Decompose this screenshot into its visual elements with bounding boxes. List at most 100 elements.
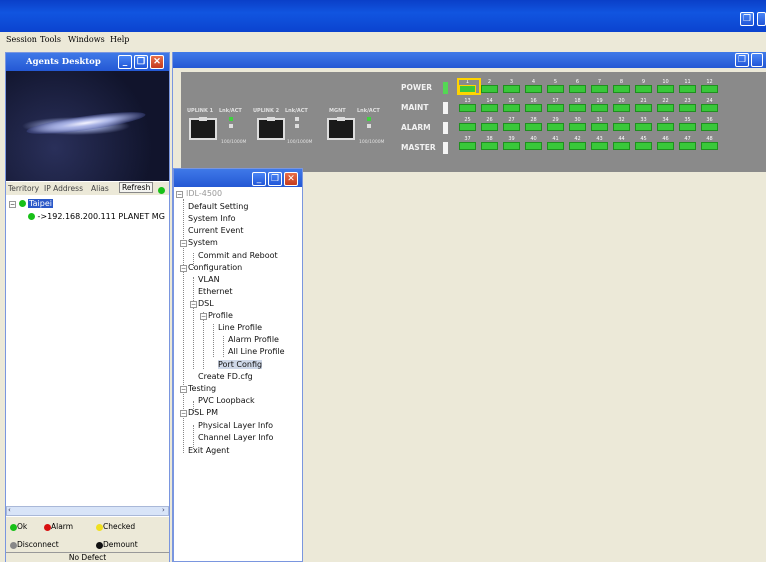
tree-node-root[interactable]: IDL-4500 (186, 189, 222, 198)
dsl-port-11[interactable]: 11 (677, 79, 698, 93)
dsl-port-15[interactable]: 15 (501, 98, 522, 112)
tree-node-commit-reboot[interactable]: Commit and Reboot (198, 251, 278, 260)
dsl-port-28[interactable]: 28 (523, 117, 544, 131)
uplink2-port[interactable] (257, 117, 285, 140)
dsl-port-47[interactable]: 47 (677, 136, 698, 150)
dsl-port-2[interactable]: 2 (479, 79, 500, 93)
dsl-port-46[interactable]: 46 (655, 136, 676, 150)
tree-node-physical-layer[interactable]: Physical Layer Info (198, 421, 273, 430)
dsl-port-41[interactable]: 41 (545, 136, 566, 150)
tree-node-pvc-loopback[interactable]: PVC Loopback (198, 396, 255, 405)
restore-icon[interactable]: ❐ (134, 55, 148, 69)
dsl-port-36[interactable]: 36 (699, 117, 720, 131)
menu-tools[interactable]: Tools (40, 35, 61, 44)
dsl-port-10[interactable]: 10 (655, 79, 676, 93)
tree-node-channel-layer[interactable]: Channel Layer Info (198, 433, 273, 442)
refresh-button[interactable]: Refresh (119, 182, 154, 193)
agents-horizontal-scrollbar[interactable]: ‹ › (6, 506, 169, 516)
dsl-port-23[interactable]: 23 (677, 98, 698, 112)
tree-node-system-info[interactable]: System Info (188, 214, 236, 223)
dsl-port-21[interactable]: 21 (633, 98, 654, 112)
tree-node-all-line-profile[interactable]: All Line Profile (228, 347, 285, 356)
dsl-port-4[interactable]: 4 (523, 79, 544, 93)
dsl-port-35[interactable]: 35 (677, 117, 698, 131)
collapse-icon[interactable]: − (200, 313, 207, 320)
dsl-port-37[interactable]: 37 (457, 136, 478, 150)
dsl-port-38[interactable]: 38 (479, 136, 500, 150)
dsl-port-19[interactable]: 19 (589, 98, 610, 112)
collapse-icon[interactable]: − (180, 240, 187, 247)
dsl-port-45[interactable]: 45 (633, 136, 654, 150)
tree-root-taipei[interactable]: − Taipei (9, 199, 54, 208)
dsl-port-27[interactable]: 27 (501, 117, 522, 131)
tree-node-configuration[interactable]: Configuration (188, 263, 242, 272)
dsl-port-20[interactable]: 20 (611, 98, 632, 112)
dsl-port-6[interactable]: 6 (567, 79, 588, 93)
dsl-port-17[interactable]: 17 (545, 98, 566, 112)
tree-node-default-setting[interactable]: Default Setting (188, 202, 248, 211)
tree-node-exit-agent[interactable]: Exit Agent (188, 446, 229, 455)
dsl-port-26[interactable]: 26 (479, 117, 500, 131)
dsl-port-24[interactable]: 24 (699, 98, 720, 112)
dsl-port-34[interactable]: 34 (655, 117, 676, 131)
collapse-icon[interactable]: − (176, 191, 183, 198)
tree-node-port-config[interactable]: Port Config (218, 360, 263, 369)
collapse-icon[interactable]: − (180, 386, 187, 393)
dsl-port-14[interactable]: 14 (479, 98, 500, 112)
tree-node-ethernet[interactable]: Ethernet (198, 287, 232, 296)
column-ip-address[interactable]: IP Address (44, 184, 83, 193)
dsl-port-7[interactable]: 7 (589, 79, 610, 93)
dsl-port-5[interactable]: 5 (545, 79, 566, 93)
column-alias[interactable]: Alias (91, 184, 109, 193)
uplink1-port[interactable] (189, 117, 217, 140)
tree-node-vlan[interactable]: VLAN (198, 275, 220, 284)
dsl-port-44[interactable]: 44 (611, 136, 632, 150)
tree-node-dsl-pm[interactable]: DSL PM (188, 408, 218, 417)
close-icon[interactable] (757, 12, 766, 26)
menu-help[interactable]: Help (110, 35, 129, 44)
mgnt-port[interactable] (327, 117, 355, 140)
dsl-port-29[interactable]: 29 (545, 117, 566, 131)
tree-node-profile[interactable]: Profile (208, 311, 233, 320)
dsl-port-18[interactable]: 18 (567, 98, 588, 112)
tree-node-current-event[interactable]: Current Event (188, 226, 244, 235)
dsl-port-42[interactable]: 42 (567, 136, 588, 150)
tree-node-alarm-profile[interactable]: Alarm Profile (228, 335, 279, 344)
dsl-port-30[interactable]: 30 (567, 117, 588, 131)
dsl-port-16[interactable]: 16 (523, 98, 544, 112)
dsl-port-13[interactable]: 13 (457, 98, 478, 112)
dsl-port-43[interactable]: 43 (589, 136, 610, 150)
tree-node-dsl[interactable]: DSL (198, 299, 214, 308)
dsl-port-22[interactable]: 22 (655, 98, 676, 112)
tree-node-line-profile[interactable]: Line Profile (218, 323, 262, 332)
dsl-port-3[interactable]: 3 (501, 79, 522, 93)
minimize-icon[interactable]: _ (118, 55, 132, 69)
tree-agent-item[interactable]: ->192.168.200.111 PLANET MG (28, 212, 165, 221)
dsl-port-39[interactable]: 39 (501, 136, 522, 150)
dsl-port-9[interactable]: 9 (633, 79, 654, 93)
collapse-icon[interactable]: − (9, 201, 16, 208)
restore-icon[interactable]: ❐ (740, 12, 754, 26)
tree-node-create-fd[interactable]: Create FD.cfg (198, 372, 253, 381)
restore-icon[interactable]: ❐ (735, 53, 749, 67)
restore-icon[interactable]: ❐ (268, 172, 282, 186)
close-icon[interactable]: ✕ (150, 55, 164, 69)
collapse-icon[interactable]: − (190, 301, 197, 308)
collapse-icon[interactable]: − (180, 265, 187, 272)
dsl-port-25[interactable]: 25 (457, 117, 478, 131)
dsl-port-40[interactable]: 40 (523, 136, 544, 150)
dsl-port-48[interactable]: 48 (699, 136, 720, 150)
column-territory[interactable]: Territory (8, 184, 39, 193)
collapse-icon[interactable]: − (180, 410, 187, 417)
dsl-port-12[interactable]: 12 (699, 79, 720, 93)
tree-node-system[interactable]: System (188, 238, 218, 247)
dsl-port-32[interactable]: 32 (611, 117, 632, 131)
scroll-right-icon[interactable]: › (162, 506, 165, 514)
close-icon[interactable]: ✕ (284, 172, 298, 186)
minimize-icon[interactable]: _ (252, 172, 266, 186)
dsl-port-8[interactable]: 8 (611, 79, 632, 93)
close-icon[interactable] (751, 53, 763, 67)
tree-node-testing[interactable]: Testing (188, 384, 216, 393)
dsl-port-31[interactable]: 31 (589, 117, 610, 131)
menu-windows[interactable]: Windows (68, 35, 105, 44)
